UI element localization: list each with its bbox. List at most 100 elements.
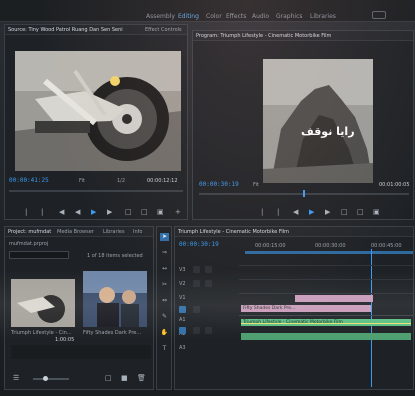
lift-icon[interactable]: □ bbox=[341, 209, 348, 216]
track-label-a3: A3 bbox=[179, 345, 186, 351]
program-playhead[interactable] bbox=[303, 190, 305, 197]
hand-tool-icon[interactable]: ✋ bbox=[160, 329, 169, 337]
toggle-track-output-icon[interactable] bbox=[205, 280, 212, 287]
tab-info[interactable]: Info bbox=[133, 229, 142, 235]
pen-tool-icon[interactable]: ✎ bbox=[160, 313, 169, 321]
selection-info: 1 of 18 items selected bbox=[87, 253, 143, 259]
play-icon[interactable]: ▶ bbox=[91, 209, 96, 216]
track-lane-divider bbox=[239, 279, 413, 280]
workspace-tab-effects[interactable]: Effects bbox=[226, 13, 246, 20]
ripple-edit-tool-icon[interactable]: ↔ bbox=[160, 265, 169, 273]
project-item-duration: 1:00:05 bbox=[55, 337, 75, 343]
work-area-bar[interactable] bbox=[245, 251, 413, 254]
timeline-video-clip[interactable]: Fifty Shades Dark Pre... bbox=[241, 305, 371, 312]
program-step-forward-icon[interactable]: ▶ bbox=[325, 209, 330, 216]
tab-program[interactable]: Program: Triumph Lifestyle - Cinematic M… bbox=[196, 33, 331, 39]
timeline-timecode[interactable]: 00:00:30:19 bbox=[179, 241, 219, 248]
tab-sequence[interactable]: Triumph Lifestyle - Cinematic Motorbike … bbox=[178, 229, 289, 235]
workspace-tab-color[interactable]: Color bbox=[206, 13, 222, 20]
people-thumbnail-image bbox=[83, 271, 147, 327]
new-item-icon[interactable]: □ bbox=[105, 375, 112, 382]
program-panel-tabs: Program: Triumph Lifestyle - Cinematic M… bbox=[193, 31, 413, 41]
timeline-panel: Triumph Lifestyle - Cinematic Motorbike … bbox=[174, 226, 414, 390]
workspace-tab-editing[interactable]: Editing bbox=[178, 13, 199, 20]
program-export-frame-icon[interactable]: ▣ bbox=[373, 209, 380, 216]
toggle-track-lock-icon[interactable] bbox=[193, 280, 200, 287]
program-timecode-duration: 00:01:00:05 bbox=[379, 182, 410, 188]
export-frame-icon[interactable]: ▣ bbox=[157, 209, 164, 216]
search-icon[interactable] bbox=[372, 11, 386, 19]
tab-effect-controls[interactable]: Effect Controls bbox=[145, 27, 182, 33]
project-item-placeholder bbox=[11, 345, 151, 359]
mark-out-icon[interactable]: | bbox=[41, 209, 43, 216]
timeline-panel-tabs: Triumph Lifestyle - Cinematic Motorbike … bbox=[175, 227, 413, 237]
toggle-track-output-icon[interactable] bbox=[205, 266, 212, 273]
project-item-thumbnail[interactable] bbox=[11, 279, 75, 327]
track-select-tool-icon[interactable]: ⇒ bbox=[160, 249, 169, 257]
list-view-icon[interactable]: ☰ bbox=[13, 375, 19, 382]
source-patch-v1-icon[interactable] bbox=[179, 306, 186, 313]
solo-track-icon[interactable] bbox=[205, 327, 212, 334]
workspace-tab-assembly[interactable]: Assembly bbox=[146, 13, 175, 20]
source-panel-tabs: Source: Tiny Wood Patrol Ruang Dan Sen S… bbox=[5, 25, 187, 35]
step-forward-icon[interactable]: ▶ bbox=[107, 209, 112, 216]
timeline-audio-clip[interactable] bbox=[241, 333, 411, 340]
workspace-tab-libraries[interactable]: Libraries bbox=[310, 13, 336, 20]
project-panel: Project: mufmdat Media Browser Libraries… bbox=[4, 226, 154, 390]
audio-volume-line[interactable] bbox=[241, 323, 411, 324]
timeline-video-clip[interactable] bbox=[295, 295, 373, 302]
mute-track-icon[interactable] bbox=[193, 327, 200, 334]
toggle-track-lock-icon[interactable] bbox=[193, 266, 200, 273]
slip-tool-icon[interactable]: ⇔ bbox=[160, 297, 169, 305]
type-tool-icon[interactable]: T bbox=[160, 345, 169, 353]
project-item-name[interactable]: Fifty Shades Dark Pre... bbox=[83, 330, 141, 336]
tools-panel: ➤ ⇒ ↔ ✂ ⇔ ✎ ✋ T bbox=[156, 226, 172, 390]
tab-source[interactable]: Source: Tiny Wood Patrol Ruang Dan Sen S… bbox=[8, 27, 123, 33]
tab-media-browser[interactable]: Media Browser bbox=[57, 229, 94, 235]
ruler-label: 00:00:15:00 bbox=[255, 243, 286, 249]
program-mark-in-icon[interactable]: | bbox=[261, 209, 263, 216]
source-patch-a1-icon[interactable] bbox=[179, 327, 186, 334]
source-fit-select[interactable]: Fit bbox=[79, 178, 85, 184]
project-file-name: mufmdat.prproj bbox=[9, 241, 49, 247]
workspace-tab-audio[interactable]: Audio bbox=[252, 13, 269, 20]
tab-project[interactable]: Project: mufmdat bbox=[8, 229, 51, 235]
premiere-screen: Assembly Editing Color Effects Audio Gra… bbox=[0, 0, 415, 396]
program-mark-out-icon[interactable]: | bbox=[277, 209, 279, 216]
ruler-label: 00:00:45:00 bbox=[371, 243, 402, 249]
overwrite-icon[interactable]: □ bbox=[141, 209, 148, 216]
extract-icon[interactable]: □ bbox=[357, 209, 364, 216]
program-fit-select[interactable]: Fit bbox=[253, 182, 259, 188]
zoom-slider[interactable] bbox=[33, 378, 69, 380]
mark-in-icon[interactable]: | bbox=[25, 209, 27, 216]
timeline-playhead[interactable] bbox=[371, 249, 372, 387]
source-timecode-current[interactable]: 00:00:41:25 bbox=[9, 177, 49, 184]
program-play-icon[interactable]: ▶ bbox=[309, 209, 314, 216]
rock-landscape-image bbox=[263, 59, 373, 183]
workspace-tab-graphics[interactable]: Graphics bbox=[276, 13, 303, 20]
delete-icon[interactable]: 🗑 bbox=[137, 375, 146, 382]
selection-tool-icon[interactable]: ➤ bbox=[160, 233, 169, 241]
toggle-track-lock-icon[interactable] bbox=[193, 306, 200, 313]
go-to-in-icon[interactable]: ◀ bbox=[75, 209, 80, 216]
tab-libraries[interactable]: Libraries bbox=[103, 229, 125, 235]
project-item-thumbnail[interactable] bbox=[83, 271, 147, 327]
project-panel-tabs: Project: mufmdat Media Browser Libraries… bbox=[5, 227, 153, 237]
source-scale-select[interactable]: 1/2 bbox=[117, 178, 125, 184]
new-bin-icon[interactable]: ■ bbox=[121, 375, 128, 382]
source-video-frame bbox=[15, 51, 181, 171]
insert-icon[interactable]: □ bbox=[125, 209, 132, 216]
track-label-v1: V1 bbox=[179, 295, 186, 301]
step-back-icon[interactable]: ◀ bbox=[59, 209, 64, 216]
project-item-name[interactable]: Triumph Lifestyle - Cin... bbox=[11, 330, 72, 336]
track-lane-divider bbox=[239, 265, 413, 266]
razor-tool-icon[interactable]: ✂ bbox=[160, 281, 169, 289]
program-step-back-icon[interactable]: ◀ bbox=[293, 209, 298, 216]
source-scrub-bar[interactable] bbox=[9, 190, 183, 192]
add-button-icon[interactable]: + bbox=[175, 209, 181, 216]
project-search-input[interactable] bbox=[9, 251, 69, 259]
program-timecode-current[interactable]: 00:00:30:19 bbox=[199, 181, 239, 188]
zoom-slider-handle[interactable] bbox=[43, 376, 48, 381]
program-monitor-panel: Program: Triumph Lifestyle - Cinematic M… bbox=[192, 30, 414, 220]
ruler-label: 00:00:30:00 bbox=[315, 243, 346, 249]
